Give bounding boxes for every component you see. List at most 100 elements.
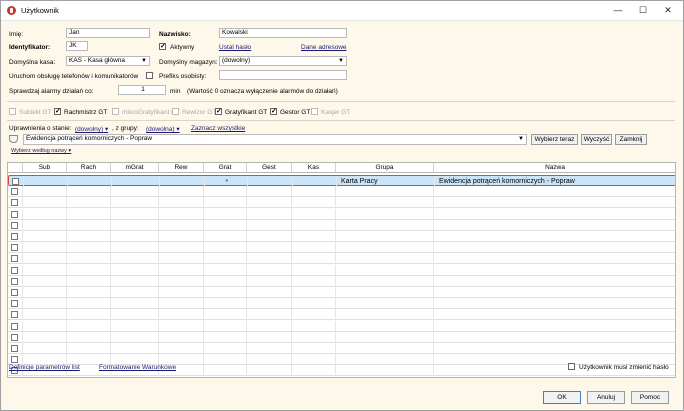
row-checkbox[interactable] xyxy=(11,266,18,274)
close-button[interactable]: ✕ xyxy=(657,4,679,17)
table-cell xyxy=(292,219,336,231)
identyfikator-field[interactable]: JK xyxy=(66,41,88,51)
pomoc-button[interactable]: Pomoc xyxy=(631,391,669,404)
musi-zmienic-checkbox[interactable] xyxy=(568,363,575,370)
wyczysc-button[interactable]: Wyczyść xyxy=(581,134,612,145)
uruchom-label: Uruchom obsługę telefonów i komunikatoró… xyxy=(9,73,139,80)
row-checkbox[interactable] xyxy=(11,333,18,341)
table-cell xyxy=(336,275,434,287)
table-row[interactable] xyxy=(8,242,675,254)
table-row[interactable] xyxy=(8,320,675,332)
row-checkbox[interactable] xyxy=(11,322,18,330)
table-row[interactable] xyxy=(8,343,675,354)
row-checkbox[interactable] xyxy=(11,255,18,263)
nazwisko-field[interactable]: Kowalski xyxy=(219,28,347,38)
grupa-cell: Karta Pracy xyxy=(341,178,378,185)
table-row[interactable] xyxy=(8,186,675,198)
table-cell xyxy=(247,287,292,298)
zamknij-button[interactable]: Zamknij xyxy=(615,134,647,145)
table-cell xyxy=(434,220,675,231)
row-checkbox[interactable] xyxy=(11,289,18,296)
table-row[interactable] xyxy=(8,264,675,276)
row-checkbox[interactable] xyxy=(11,300,18,308)
row-checkbox[interactable] xyxy=(11,221,18,229)
ustal-haslo-link[interactable]: Ustal hasło xyxy=(219,44,251,51)
grupa-dropdown[interactable]: (dowolna) ▾ xyxy=(146,125,180,133)
magazyn-select[interactable]: (dowolny) xyxy=(219,56,347,66)
column-header[interactable]: mGrat xyxy=(111,163,159,173)
table-row[interactable] xyxy=(8,231,675,242)
role-checkbox[interactable] xyxy=(215,107,222,115)
role-label: Rachmistrz GT xyxy=(64,109,108,116)
column-header[interactable]: Sub xyxy=(23,163,67,173)
table-cell xyxy=(247,208,292,220)
nazwisko-label: Nazwisko: xyxy=(159,31,191,38)
row-checkbox[interactable] xyxy=(11,277,18,285)
table-cell xyxy=(434,197,675,208)
imie-field[interactable]: Jan xyxy=(66,28,150,38)
row-checkbox[interactable] xyxy=(11,188,18,196)
prefiks-field[interactable] xyxy=(219,70,347,80)
row-checkbox[interactable] xyxy=(11,345,18,352)
anuluj-button[interactable]: Anuluj xyxy=(587,391,625,404)
row-checkbox[interactable] xyxy=(11,199,18,207)
role-checkbox[interactable] xyxy=(270,107,277,115)
table-row[interactable] xyxy=(8,309,675,321)
table-cell xyxy=(67,298,111,310)
alarmy-field[interactable]: 1 xyxy=(118,85,166,95)
table-cell xyxy=(23,298,67,310)
table-row[interactable] xyxy=(8,275,675,287)
table-row[interactable]: Karta Pracy Ewidencja potrąceń komorniczy… xyxy=(8,175,675,187)
table-row[interactable] xyxy=(8,219,675,231)
column-header[interactable]: Gest xyxy=(247,163,292,173)
sort-dropdown[interactable]: Wybierz według nazwy ▾ xyxy=(11,148,71,154)
table-cell xyxy=(292,186,336,198)
table-row[interactable] xyxy=(8,208,675,220)
table-cell xyxy=(111,287,159,298)
table-cell xyxy=(204,343,247,354)
ok-button[interactable]: OK xyxy=(543,391,581,404)
wybierz-teraz-button[interactable]: Wybierz teraz xyxy=(531,134,578,145)
table-row[interactable] xyxy=(8,253,675,265)
formatowanie-link[interactable]: Formatowanie Warunkowe xyxy=(99,364,176,371)
stan-dropdown[interactable]: (dowolny) ▾ xyxy=(75,125,108,133)
role-label: Gestor GT xyxy=(280,109,311,116)
divider xyxy=(7,101,675,102)
table-row[interactable] xyxy=(8,298,675,310)
table-row[interactable] xyxy=(8,287,675,298)
aktywny-checkbox[interactable] xyxy=(159,42,166,50)
row-checkbox[interactable] xyxy=(12,178,19,185)
column-header[interactable]: Nazwa xyxy=(434,163,675,173)
row-checkbox[interactable] xyxy=(11,210,18,218)
uruchom-checkbox[interactable] xyxy=(146,72,153,79)
search-select[interactable]: Ewidencja potrąceń komorniczych - Popraw xyxy=(23,134,527,145)
role-label: Subiekt GT xyxy=(19,109,52,116)
minimize-button[interactable]: — xyxy=(607,4,629,17)
column-header[interactable]: Grupa xyxy=(336,163,434,173)
role-checkbox[interactable] xyxy=(54,107,61,115)
column-header[interactable]: Rach xyxy=(67,163,111,173)
column-header[interactable]: Rew xyxy=(159,163,204,173)
column-header[interactable]: Grat xyxy=(204,163,247,173)
table-row[interactable] xyxy=(8,197,675,209)
table-row[interactable] xyxy=(8,331,675,343)
zaznacz-wszystkie-link[interactable]: Zaznacz wszystkie xyxy=(191,125,245,132)
permissions-grid: Sub Rach mGrat Rew Grat Gest Kas Grupa Nazwa Kar… xyxy=(7,162,676,378)
table-cell xyxy=(204,208,247,220)
table-cell xyxy=(204,331,247,343)
filter-icon[interactable] xyxy=(9,135,18,143)
table-cell xyxy=(204,219,247,231)
definicje-link[interactable]: Definicje parametrów list xyxy=(9,364,80,371)
table-cell xyxy=(204,309,247,321)
table-cell xyxy=(23,275,67,287)
maximize-button[interactable]: ☐ xyxy=(632,4,654,17)
column-header[interactable]: Kas xyxy=(292,163,336,173)
table-cell xyxy=(111,331,159,343)
row-checkbox[interactable] xyxy=(11,233,18,240)
row-checkbox[interactable] xyxy=(11,311,18,319)
dane-adresowe-link[interactable]: Dane adresowe xyxy=(301,44,347,51)
kasa-select[interactable]: KAS - Kasa główna xyxy=(66,56,150,66)
row-checkbox[interactable] xyxy=(11,244,18,252)
row-checkbox[interactable] xyxy=(11,356,18,364)
grupy-label: , z grupy: xyxy=(112,125,139,132)
